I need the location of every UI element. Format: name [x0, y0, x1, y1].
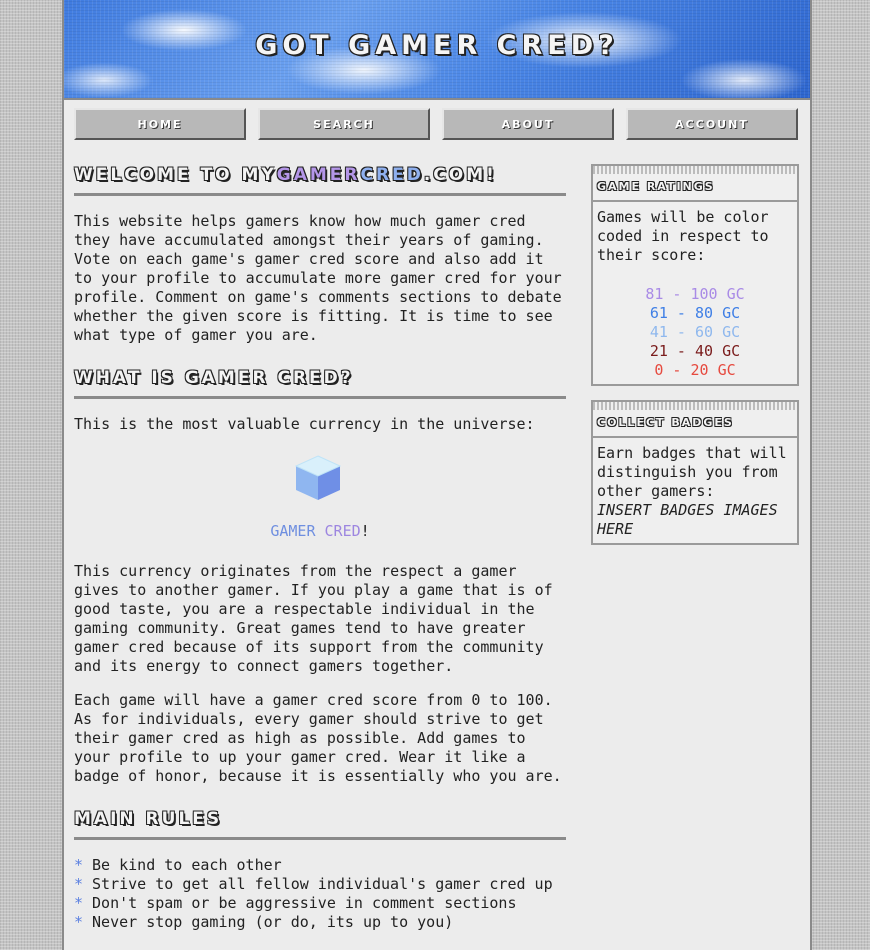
game-ratings-header: Game Ratings: [593, 166, 797, 202]
game-ratings-box: Game Ratings Games will be color coded i…: [591, 164, 799, 386]
badges-body: Earn badges that will distinguish you fr…: [593, 438, 797, 543]
nav-about-button[interactable]: About: [442, 108, 614, 140]
currency-score-text: Each game will have a gamer cred score f…: [74, 691, 562, 785]
nav-search-button[interactable]: Search: [258, 108, 430, 140]
list-item: * Don't spam or be aggressive in comment …: [74, 894, 566, 913]
list-item: * Be kind to each other: [74, 856, 566, 875]
rule-text: Strive to get all fellow individual's ga…: [92, 875, 553, 893]
rules-list: * Be kind to each other * Strive to get al…: [74, 856, 566, 932]
brand-gamer: Gamer: [276, 165, 361, 185]
bullet: *: [74, 875, 84, 893]
badges-title: Collect Badges: [597, 416, 734, 429]
rating-row: 61 - 80 GC: [649, 304, 741, 322]
welcome-prefix: Welcome to My: [74, 165, 277, 185]
gamer-cred-label: GAMER CRED!: [74, 522, 566, 540]
badges-box: Collect Badges Earn badges that will dis…: [591, 400, 799, 545]
rule-text: Never stop gaming (or do, its up to you): [92, 913, 454, 931]
header-banner: Got Gamer Cred?: [64, 0, 810, 100]
badges-text: Earn badges that will distinguish you fr…: [597, 444, 787, 500]
rating-row: 81 - 100 GC: [645, 285, 745, 303]
bullet: *: [74, 894, 84, 912]
what-is-heading: What is Gamer Cred?: [74, 368, 566, 399]
currency-intro: This is the most valuable currency in th…: [74, 415, 535, 433]
rating-row: 41 - 60 GC: [649, 323, 741, 341]
nav-home-button[interactable]: Home: [74, 108, 246, 140]
ratings-intro: Games will be color coded in respect to …: [597, 208, 769, 264]
rule-text: Be kind to each other: [92, 856, 282, 874]
badges-placeholder: INSERT BADGES IMAGES HERE: [597, 501, 778, 538]
game-ratings-body: Games will be color coded in respect to …: [593, 202, 797, 384]
badges-header: Collect Badges: [593, 402, 797, 438]
rating-row: 21 - 40 GC: [649, 342, 741, 360]
rule-text: Don't spam or be aggressive in comment s…: [92, 894, 517, 912]
cred-bang: !: [360, 522, 370, 540]
rating-row: 0 - 20 GC: [654, 361, 736, 379]
currency-showcase: GAMER CRED!: [74, 434, 566, 552]
nav-account-button[interactable]: Account: [626, 108, 798, 140]
brand-cred: Cred: [360, 165, 424, 185]
nav-bar: Home Search About Account: [74, 108, 802, 144]
site-title: Got Gamer Cred?: [255, 30, 619, 61]
rules-heading: Main Rules: [74, 809, 566, 840]
welcome-suffix: .com!: [423, 165, 497, 185]
cube-icon: [294, 455, 342, 500]
page-container: Got Gamer Cred? Home Search About Accoun…: [62, 0, 812, 950]
list-item: * Never stop gaming (or do, its up to you…: [74, 913, 566, 932]
bullet: *: [74, 913, 84, 931]
welcome-text: This website helps gamers know how much …: [74, 212, 562, 344]
list-item: * Strive to get all fellow individual's g…: [74, 875, 566, 894]
main-content: Welcome to MyGamerCred.com! This website…: [74, 165, 566, 932]
bullet: *: [74, 856, 84, 874]
game-ratings-title: Game Ratings: [597, 180, 715, 193]
welcome-heading: Welcome to MyGamerCred.com!: [74, 165, 566, 196]
currency-origin-text: This currency originates from the respec…: [74, 562, 553, 675]
cred-word-gamer: GAMER: [270, 522, 316, 540]
cred-word-cred: CRED: [324, 522, 361, 540]
